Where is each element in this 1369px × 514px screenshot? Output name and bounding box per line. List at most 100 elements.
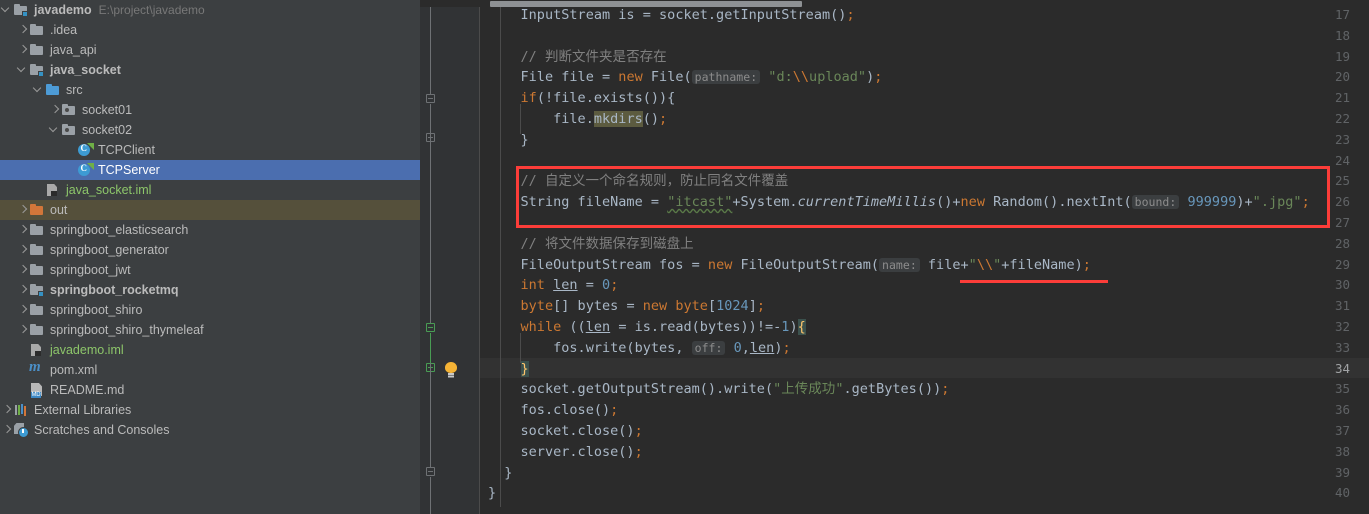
ide-window: javademo E:\project\javademo .idea java_api… <box>0 0 1369 514</box>
tree-item-out[interactable]: out <box>0 200 420 220</box>
tree-item-pom-xml[interactable]: pom.xml <box>0 359 420 380</box>
tree-item-socket02[interactable]: socket02 <box>0 120 420 140</box>
tree-item--idea[interactable]: .idea <box>0 20 420 40</box>
code-line-31[interactable]: byte[] bytes = new byte[1024]; <box>521 296 765 317</box>
fold-region-line-outer-top <box>430 0 431 94</box>
chevron-right-icon[interactable] <box>16 20 29 40</box>
chevron-right-icon[interactable] <box>16 200 29 220</box>
tree-item-springboot-elasticsearch[interactable]: springboot_elasticsearch <box>0 220 420 240</box>
code-line-40[interactable]: } <box>488 483 496 504</box>
red-underline <box>960 280 1108 283</box>
code-line-26[interactable]: String fileName = "itcast"+System.curren… <box>521 192 1310 213</box>
code-line-28[interactable]: // 将文件数据保存到磁盘上 <box>521 234 694 255</box>
editor-gutter[interactable] <box>420 0 480 514</box>
chevron-right-icon[interactable] <box>48 100 61 120</box>
tree-item-tcpserver[interactable]: TCPServer <box>0 160 420 180</box>
tree-item-external-libraries[interactable]: External Libraries <box>0 400 420 420</box>
code-line-20[interactable]: File file = new File(pathname: "d:\\uplo… <box>521 67 883 88</box>
tree-item-label: socket02 <box>82 123 133 137</box>
tree-item-springboot-shiro-thymeleaf[interactable]: springboot_shiro_thymeleaf <box>0 320 420 340</box>
line-number: 35 <box>1334 381 1350 397</box>
tree-item-socket01[interactable]: socket01 <box>0 100 420 120</box>
tree-item-label: .idea <box>50 23 78 37</box>
chevron-right-icon[interactable] <box>16 260 29 280</box>
chevron-down-icon[interactable] <box>48 120 61 140</box>
chevron-right-icon[interactable] <box>16 40 29 60</box>
code-line-17[interactable]: InputStream is = socket.getInputStream()… <box>521 5 855 26</box>
tree-item-javademo-iml[interactable]: javademo.iml <box>0 340 420 360</box>
line-number: 32 <box>1334 319 1350 334</box>
excluded-folder-icon <box>29 202 45 218</box>
tree-item-springboot-rocketmq[interactable]: springboot_rocketmq <box>0 280 420 300</box>
tree-item-label: README.md <box>50 383 125 397</box>
editor-pane[interactable]: 17 InputStream is = socket.getInputStream… <box>420 0 1369 514</box>
tree-item-label: External Libraries <box>34 403 132 417</box>
line-number: 38 <box>1334 443 1350 459</box>
lightbulb-icon[interactable] <box>445 362 457 377</box>
chevron-right-icon[interactable] <box>16 300 29 320</box>
tree-item-springboot-shiro[interactable]: springboot_shiro <box>0 300 420 320</box>
tree-item-javademo[interactable]: javademo E:\project\javademo <box>0 0 420 20</box>
chevron-down-icon[interactable] <box>0 0 13 20</box>
line-number: 19 <box>1334 48 1350 64</box>
code-line-38[interactable]: server.close(); <box>521 442 643 463</box>
chevron-right-icon[interactable] <box>16 220 29 240</box>
package-icon <box>61 102 77 118</box>
fold-marker-21[interactable] <box>426 94 435 103</box>
code-line-33[interactable]: fos.write(bytes, off: 0,len); <box>521 338 791 359</box>
project-tool-window[interactable]: javademo E:\project\javademo .idea java_api… <box>0 0 420 514</box>
source-folder-icon <box>45 82 61 98</box>
tree-item-label: out <box>50 203 68 217</box>
chevron-right-icon[interactable] <box>0 420 13 440</box>
code-line-36[interactable]: fos.close(); <box>521 400 619 421</box>
fold-marker-32[interactable] <box>426 323 435 332</box>
code-line-19[interactable]: // 判断文件夹是否存在 <box>521 47 667 68</box>
fold-region-line-32 <box>430 333 431 363</box>
tree-item-src[interactable]: src <box>0 80 420 100</box>
module-icon <box>13 2 29 18</box>
code-line-32[interactable]: while ((len = is.read(bytes))!=-1){ <box>521 317 806 338</box>
tree-item-tcpclient[interactable]: TCPClient <box>0 140 420 160</box>
code-line-35[interactable]: socket.getOutputStream().write("上传成功".ge… <box>521 379 950 400</box>
markdown-icon <box>29 382 45 398</box>
line-number: 39 <box>1334 464 1350 480</box>
code-line-34[interactable]: } <box>520 359 529 380</box>
tree-item-springboot-jwt[interactable]: springboot_jwt <box>0 260 420 280</box>
tree-item-java-socket-iml[interactable]: java_socket.iml <box>0 180 420 200</box>
line-number: 27 <box>1334 215 1350 230</box>
line-number: 36 <box>1334 402 1350 418</box>
code-line-39[interactable]: } <box>504 463 512 484</box>
tree-item-java-api[interactable]: java_api <box>0 40 420 60</box>
chevron-right-icon[interactable] <box>16 280 29 300</box>
chevron-down-icon[interactable] <box>32 80 45 100</box>
code-line-25[interactable]: // 自定义一个命名规则，防止同名文件覆盖 <box>521 171 789 192</box>
chevron-right-icon[interactable] <box>16 320 29 340</box>
folder-icon <box>29 242 45 258</box>
horizontal-scrollbar-thumb[interactable] <box>490 1 802 7</box>
tree-item-java-socket[interactable]: java_socket <box>0 60 420 80</box>
line-number: 31 <box>1334 298 1350 314</box>
code-line-30[interactable]: int len = 0; <box>521 275 619 296</box>
line-number: 28 <box>1334 235 1350 251</box>
chevron-down-icon[interactable] <box>16 60 29 80</box>
tree-item-readme-md[interactable]: README.md <box>0 380 420 400</box>
code-line-29[interactable]: FileOutputStream fos = new FileOutputStr… <box>521 255 1091 276</box>
sidebar-empty-area <box>0 496 420 514</box>
code-line-22[interactable]: file.mkdirs(); <box>521 109 668 130</box>
chevron-right-icon[interactable] <box>0 400 13 420</box>
line-number: 30 <box>1334 277 1350 293</box>
code-line-37[interactable]: socket.close(); <box>521 421 643 442</box>
line-number: 23 <box>1334 131 1350 147</box>
tree-item-label: java_socket <box>50 63 121 77</box>
horizontal-scrollbar-track[interactable] <box>420 0 1369 7</box>
code-line-23[interactable]: } <box>521 130 529 151</box>
tree-item-scratches-and-consoles[interactable]: Scratches and Consoles <box>0 420 420 440</box>
tree-item-springboot-generator[interactable]: springboot_generator <box>0 240 420 260</box>
fold-marker-39[interactable] <box>426 467 435 476</box>
code-line-21[interactable]: if(!file.exists()){ <box>521 88 676 109</box>
line-number: 17 <box>1334 7 1350 22</box>
chevron-right-icon[interactable] <box>16 240 29 260</box>
